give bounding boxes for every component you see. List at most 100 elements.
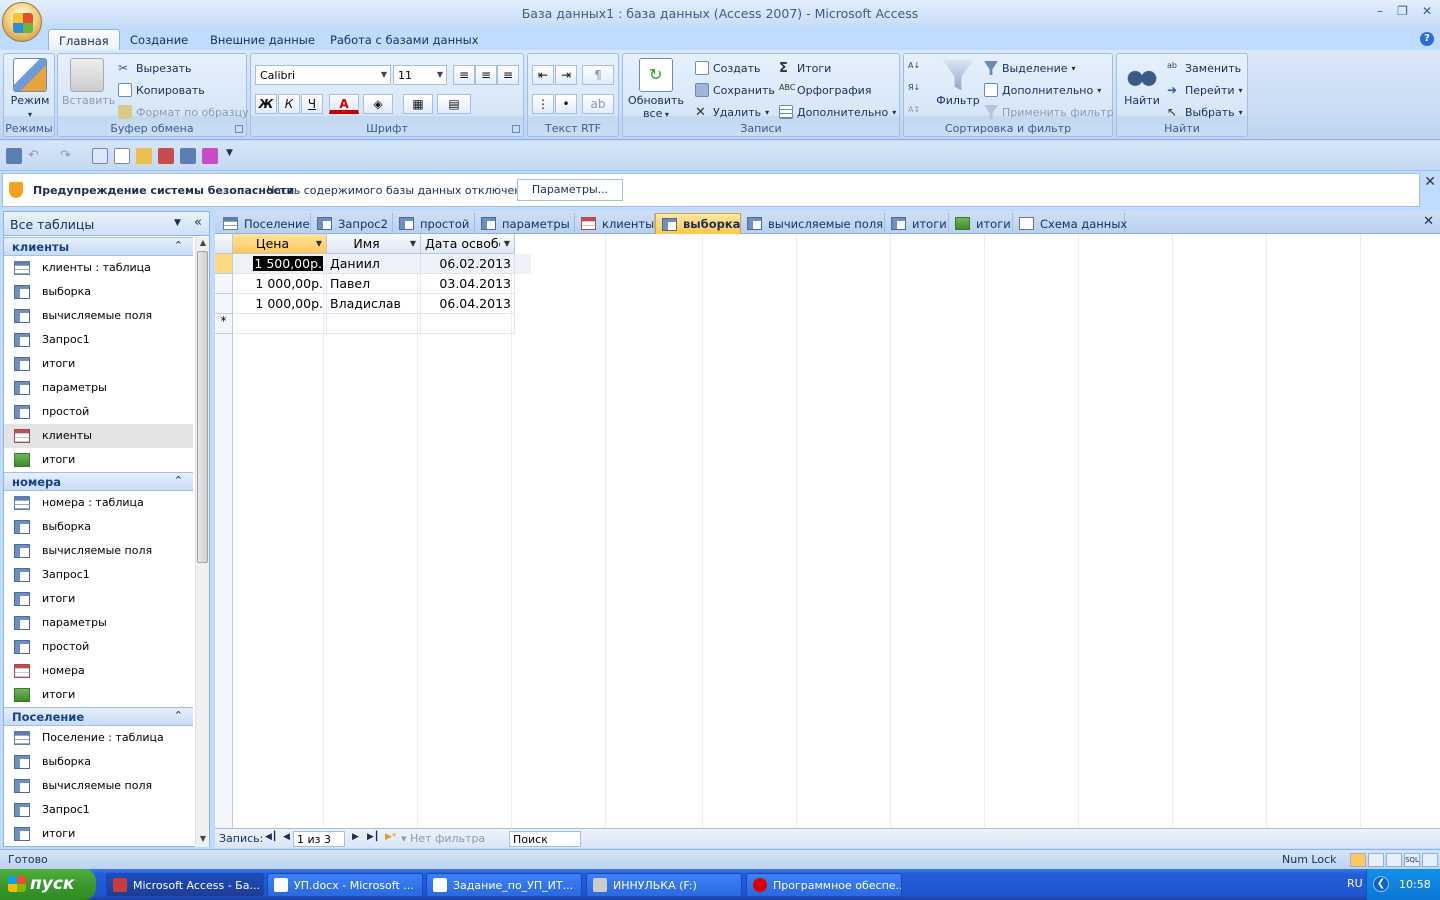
font-name-select[interactable]: Calibri ▼ [255,65,391,85]
goto-button[interactable]: ➜ Перейти ▾ [1167,81,1243,99]
pivot-chart-view-icon[interactable] [1386,853,1402,867]
font-launcher-icon[interactable] [512,125,520,133]
doc-tab[interactable]: Поселение [217,213,311,234]
nav-pane-header[interactable]: Все таблицы ▼ « [4,212,209,236]
doc-tab[interactable]: параметры [475,213,575,234]
select-all-corner[interactable] [215,234,233,254]
new-row-cell[interactable] [327,314,421,334]
doc-tab[interactable]: итоги [949,213,1013,234]
align-left-button[interactable]: ≡ [453,65,475,85]
doc-tab[interactable]: выборка [655,213,741,234]
close-icon[interactable]: ✕ [1422,4,1432,18]
nav-item[interactable]: итоги [4,352,193,376]
chevron-down-icon[interactable]: ▼ [316,239,322,248]
nav-item[interactable]: параметры [4,376,193,400]
office-button[interactable] [2,2,42,42]
table-cell[interactable]: 1 000,00р. [233,294,327,314]
table-cell[interactable]: 1 500,00р. [233,254,327,274]
form-icon[interactable] [158,148,174,164]
nav-item[interactable]: выборка [4,280,193,304]
doc-tab[interactable]: вычисляемые поля [741,213,885,234]
save-icon[interactable] [6,148,22,164]
close-icon[interactable]: ✕ [1424,174,1436,190]
nav-scrollbar[interactable]: ▲ ▼ [195,237,209,847]
nav-group-header[interactable]: клиенты ⌃ [4,237,193,256]
chevron-down-icon[interactable]: ▼ [504,239,510,248]
show-hidden-icons-icon[interactable]: ❮ [1373,876,1389,892]
nav-item[interactable]: простой [4,635,193,659]
task-drive[interactable]: ИННУЛЬКА (F:) [586,873,742,897]
sort-descending-button[interactable]: Я↓ [908,81,922,99]
align-right-button[interactable]: ≡ [497,65,519,85]
align-center-button[interactable]: ≡ [475,65,497,85]
filter-status[interactable]: ▾ Нет фильтра [401,832,485,845]
task-opera[interactable]: Программное обеспе... [746,873,902,897]
redo-icon[interactable]: ↷ [60,148,76,164]
doc-tab[interactable]: простой [393,213,475,234]
task-word-up[interactable]: УП.docx - Microsoft ... [267,873,423,897]
new-row-cell[interactable] [233,314,327,334]
nav-item[interactable]: Запрос1 [4,563,193,587]
table-cell[interactable]: Павел [327,274,421,294]
nav-item[interactable]: номера : таблица [4,491,193,515]
copy-button[interactable]: Копировать [118,81,205,99]
next-record-icon[interactable]: ▶ [352,832,359,842]
table-cell[interactable]: Даниил [327,254,421,274]
refresh-all-button[interactable]: ↻ Обновить все ▾ [626,58,686,120]
nav-item[interactable]: простой [4,400,193,424]
nav-item[interactable]: итоги [4,587,193,611]
underline-button[interactable]: Ч [301,94,323,114]
nav-item[interactable]: вычисляемые поля [4,774,193,798]
record-position-input[interactable]: 1 из 3 [293,831,345,847]
font-color-button[interactable]: A [329,94,359,114]
pivot-table-view-icon[interactable] [1368,853,1384,867]
search-input[interactable]: Поиск [509,831,581,847]
save-record-button[interactable]: Сохранить [695,81,775,99]
minimize-icon[interactable]: – [1377,4,1383,18]
replace-button[interactable]: ab Заменить [1167,59,1241,77]
bold-button[interactable]: Ж [255,94,277,114]
nav-item[interactable]: вычисляемые поля [4,304,193,328]
column-header-date[interactable]: Дата освобо ▼ [421,234,515,254]
decrease-indent-button[interactable]: ⇤ [532,65,554,85]
doc-tab[interactable]: клиенты [575,213,655,234]
security-options-button[interactable]: Параметры... [517,179,623,201]
highlight-button[interactable]: ab [582,94,614,114]
new-record-icon[interactable]: ▶* [385,832,396,842]
collapse-group-icon[interactable]: ⌃ [174,474,183,487]
table-cell[interactable]: 06.02.2013 [421,254,515,274]
sql-view-icon[interactable]: SQL [1404,853,1420,867]
row-selector[interactable] [215,294,233,314]
totals-button[interactable]: Σ Итоги [779,59,831,77]
tab-home[interactable]: Главная [48,29,120,51]
help-icon[interactable]: ? [1420,32,1434,46]
task-word-zadanie[interactable]: Задание_по_УП_ИТ... [426,873,582,897]
more-records-button[interactable]: Дополнительно ▾ [779,103,896,121]
advanced-filter-button[interactable]: Дополнительно ▾ [984,81,1101,99]
find-button[interactable]: Найти [1120,58,1164,107]
gridlines-button[interactable]: ▦ [403,94,433,114]
restore-icon[interactable]: ❐ [1397,4,1408,18]
last-record-icon[interactable]: ▶┃ [367,832,379,842]
nav-item[interactable]: Запрос1 [4,798,193,822]
nav-item[interactable]: клиенты [4,424,193,448]
new-row-cell[interactable] [421,314,515,334]
filter-button[interactable]: Фильтр [934,58,982,107]
scroll-thumb[interactable] [197,251,208,563]
design-icon[interactable] [202,148,218,164]
table-cell[interactable]: 03.04.2013 [421,274,515,294]
report-icon[interactable] [180,148,196,164]
table-cell[interactable]: Владислав [327,294,421,314]
spelling-button[interactable]: ABC Орфография [779,81,871,99]
column-header-name[interactable]: Имя ▼ [327,234,421,254]
close-icon[interactable]: ✕ [1423,214,1434,229]
clipboard-launcher-icon[interactable] [235,125,243,133]
new-row-marker[interactable]: * [215,314,233,334]
alt-row-color-button[interactable]: ▤ [437,94,471,114]
nav-item[interactable]: итоги [4,448,193,472]
nav-item[interactable]: номера [4,659,193,683]
nav-item[interactable]: Запрос1 [4,328,193,352]
clear-sort-button[interactable]: A↕ [908,103,922,121]
doc-tab[interactable]: Запрос2 [311,213,393,234]
doc-tab[interactable]: Схема данных [1013,213,1127,234]
